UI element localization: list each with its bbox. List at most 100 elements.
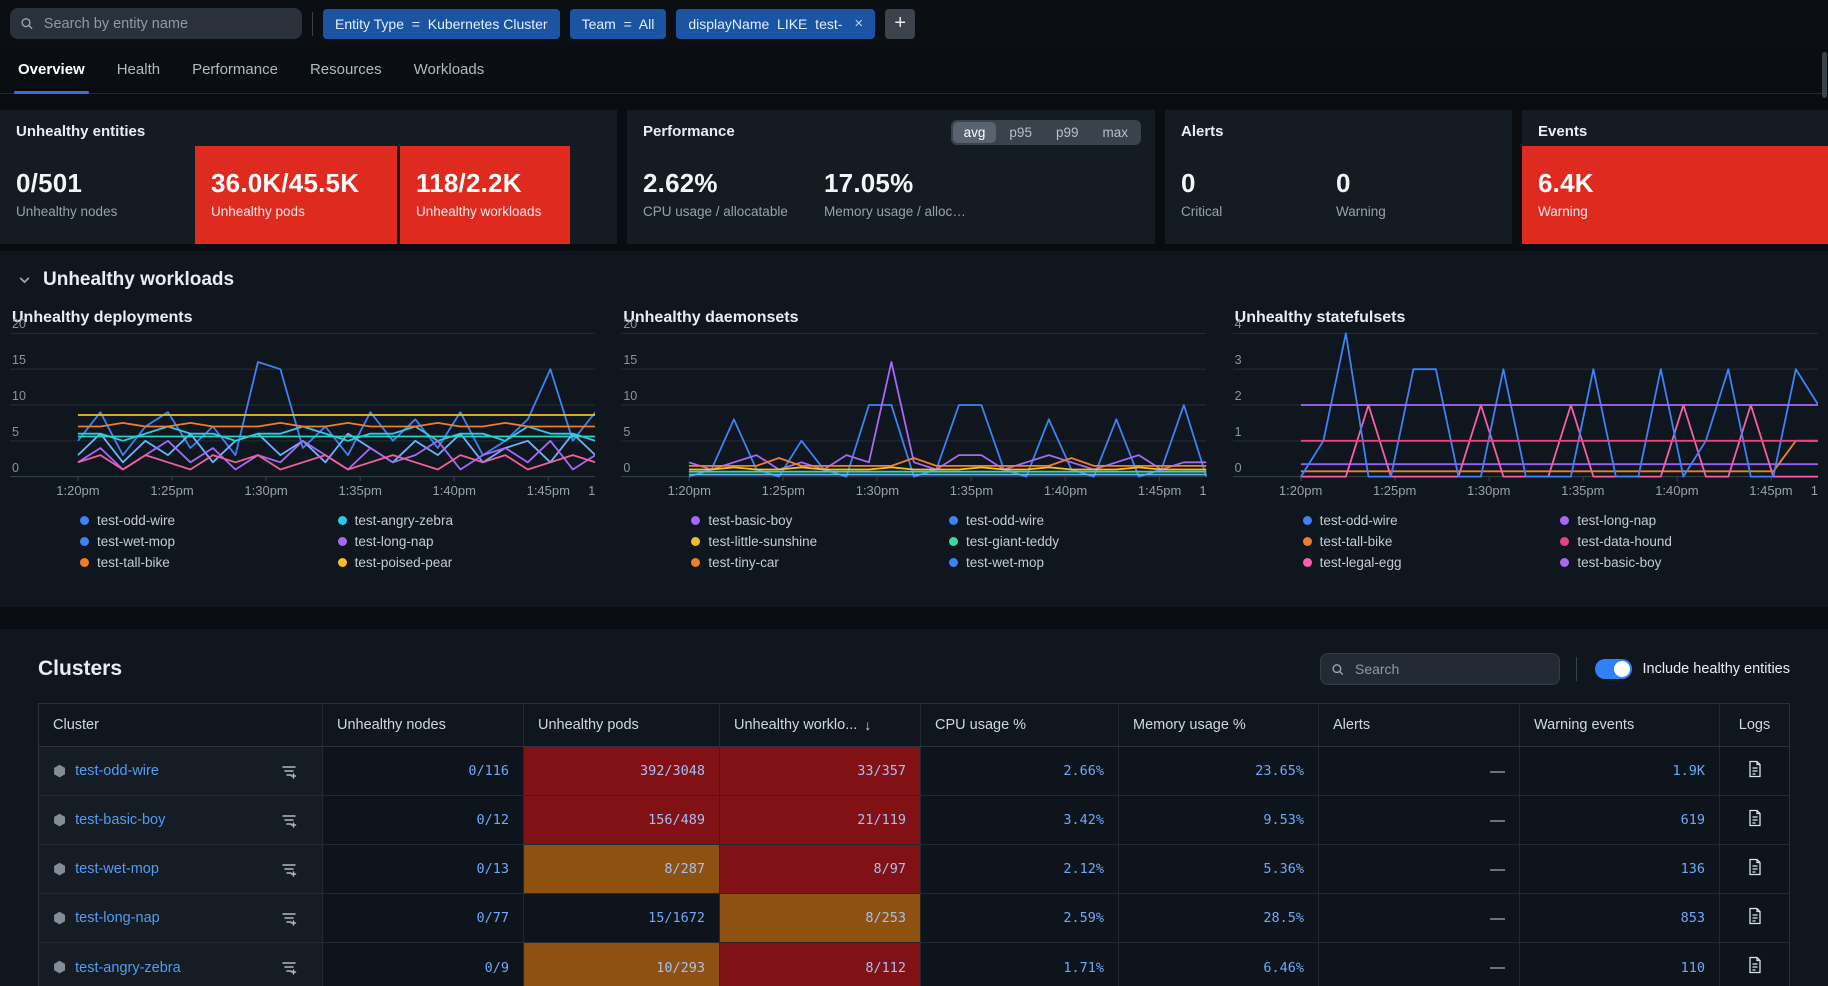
column-header-warning-events[interactable]: Warning events (1520, 704, 1720, 746)
cpu-usage-cell[interactable]: 2.12% (921, 845, 1119, 893)
warning-events-cell[interactable]: 136 (1520, 845, 1720, 893)
legend-item[interactable]: test-interlinked (80, 576, 338, 577)
add-filter-button[interactable]: + (885, 9, 915, 39)
column-header-cpu-usage[interactable]: CPU usage % (921, 704, 1119, 746)
tab-resources[interactable]: Resources (298, 47, 394, 93)
filter-chip[interactable]: displayName LIKE test-× (676, 9, 875, 39)
unhealthy-nodes-cell[interactable]: 0/9 (323, 943, 524, 986)
legend-item[interactable]: test-legal-egg (1303, 555, 1561, 570)
cluster-link[interactable]: test-wet-mop (75, 861, 272, 877)
unhealthy-pods-cell[interactable]: 392/3048 (524, 747, 720, 795)
legend-item[interactable]: test-wet-mop (949, 555, 1207, 570)
cluster-link[interactable]: test-odd-wire (75, 763, 272, 779)
clusters-search-box[interactable] (1320, 653, 1560, 685)
legend-item[interactable]: test-poised-pear (338, 555, 596, 570)
legend-item[interactable]: test-little-sunshine (691, 534, 949, 549)
legend-item[interactable]: test-tall-bike (80, 555, 338, 570)
unhealthy-nodes-cell[interactable]: 0/12 (323, 796, 524, 844)
cluster-link[interactable]: test-angry-zebra (75, 960, 272, 976)
segment-max[interactable]: max (1091, 122, 1139, 143)
legend-item[interactable]: test-long-nap (338, 534, 596, 549)
chevron-down-icon[interactable] (18, 274, 31, 287)
column-header-unhealthy-pods[interactable]: Unhealthy pods (524, 704, 720, 746)
cpu-usage-cell[interactable]: 3.42% (921, 796, 1119, 844)
legend-item[interactable]: test-data-hound (1560, 534, 1818, 549)
legend-item[interactable]: test-odd-wire (949, 513, 1207, 528)
filter-chip[interactable]: Entity Type = Kubernetes Cluster (323, 9, 560, 39)
legend-item[interactable]: test-basic-boy (1560, 555, 1818, 570)
entity-search-input[interactable] (42, 15, 292, 33)
filter-add-icon[interactable] (281, 861, 308, 878)
legend-item[interactable]: test-tall-bike (1303, 534, 1561, 549)
memory-usage-cell[interactable]: 23.65% (1119, 747, 1319, 795)
column-header-unhealthy-worklo[interactable]: Unhealthy worklo...↓ (720, 704, 921, 746)
segment-p99[interactable]: p99 (1045, 122, 1090, 143)
tab-health[interactable]: Health (105, 47, 172, 93)
unhealthy-pods-cell[interactable]: 15/1672 (524, 894, 720, 942)
logs-cell[interactable] (1720, 747, 1789, 795)
unhealthy-workloads-cell[interactable]: 8/112 (720, 943, 921, 986)
unhealthy-workloads-cell[interactable]: 8/97 (720, 845, 921, 893)
warning-events-cell[interactable]: 1.9K (1520, 747, 1720, 795)
filter-add-icon[interactable] (281, 812, 308, 829)
cpu-usage-cell[interactable]: 1.71% (921, 943, 1119, 986)
include-healthy-toggle[interactable] (1595, 659, 1632, 679)
logs-cell[interactable] (1720, 796, 1789, 844)
legend-item[interactable]: test-odd-wire (80, 513, 338, 528)
legend-item[interactable]: test-milky-novel (691, 576, 949, 577)
unhealthy-pods-cell[interactable]: 156/489 (524, 796, 720, 844)
column-header-alerts[interactable]: Alerts (1319, 704, 1520, 746)
tab-workloads[interactable]: Workloads (402, 47, 497, 93)
legend-item[interactable]: test-mad-ape (949, 576, 1207, 577)
unhealthy-workloads-cell[interactable]: 21/119 (720, 796, 921, 844)
legend-item[interactable]: test-giant-teddy (949, 534, 1207, 549)
filter-add-icon[interactable] (281, 763, 308, 780)
warning-events-cell[interactable]: 619 (1520, 796, 1720, 844)
unhealthy-nodes-cell[interactable]: 0/13 (323, 845, 524, 893)
legend-item[interactable]: test-basic-boy (691, 513, 949, 528)
column-header-unhealthy-nodes[interactable]: Unhealthy nodes (323, 704, 524, 746)
unhealthy-workloads-cell[interactable]: 33/357 (720, 747, 921, 795)
filter-chip[interactable]: Team = All (570, 9, 667, 39)
memory-usage-cell[interactable]: 6.46% (1119, 943, 1319, 986)
legend-item[interactable]: test-little-sunshine (338, 576, 596, 577)
unhealthy-nodes-cell[interactable]: 0/77 (323, 894, 524, 942)
legend-item[interactable]: test-angry-zebra (338, 513, 596, 528)
filter-add-icon[interactable] (281, 910, 308, 927)
clusters-search-input[interactable] (1353, 660, 1550, 678)
document-icon[interactable] (1747, 760, 1763, 783)
memory-usage-cell[interactable]: 5.36% (1119, 845, 1319, 893)
legend-item[interactable]: test-long-nap (1560, 513, 1818, 528)
column-header-logs[interactable]: Logs (1720, 704, 1789, 746)
memory-usage-cell[interactable]: 9.53% (1119, 796, 1319, 844)
warning-events-cell[interactable]: 110 (1520, 943, 1720, 986)
tab-performance[interactable]: Performance (180, 47, 290, 93)
logs-cell[interactable] (1720, 845, 1789, 893)
legend-item[interactable]: test-odd-wire (1303, 513, 1561, 528)
column-header-memory-usage[interactable]: Memory usage % (1119, 704, 1319, 746)
cpu-usage-cell[interactable]: 2.66% (921, 747, 1119, 795)
cluster-link[interactable]: test-long-nap (75, 910, 272, 926)
column-header-cluster[interactable]: Cluster (39, 704, 323, 746)
legend-item[interactable]: test-wet-mop (80, 534, 338, 549)
segment-avg[interactable]: avg (953, 122, 997, 143)
logs-cell[interactable] (1720, 943, 1789, 986)
memory-usage-cell[interactable]: 28.5% (1119, 894, 1319, 942)
logs-cell[interactable] (1720, 894, 1789, 942)
document-icon[interactable] (1747, 858, 1763, 881)
cluster-link[interactable]: test-basic-boy (75, 812, 272, 828)
unhealthy-pods-cell[interactable]: 8/287 (524, 845, 720, 893)
segment-p95[interactable]: p95 (998, 122, 1043, 143)
unhealthy-workloads-cell[interactable]: 8/253 (720, 894, 921, 942)
chip-close-icon[interactable]: × (852, 15, 863, 32)
unhealthy-pods-cell[interactable]: 10/293 (524, 943, 720, 986)
warning-events-cell[interactable]: 853 (1520, 894, 1720, 942)
scrollbar-thumb[interactable] (1822, 52, 1827, 98)
legend-item[interactable]: test-tiny-car (691, 555, 949, 570)
entity-search-box[interactable] (10, 8, 302, 39)
cpu-usage-cell[interactable]: 2.59% (921, 894, 1119, 942)
filter-add-icon[interactable] (281, 959, 308, 976)
unhealthy-nodes-cell[interactable]: 0/116 (323, 747, 524, 795)
document-icon[interactable] (1747, 809, 1763, 832)
document-icon[interactable] (1747, 956, 1763, 979)
